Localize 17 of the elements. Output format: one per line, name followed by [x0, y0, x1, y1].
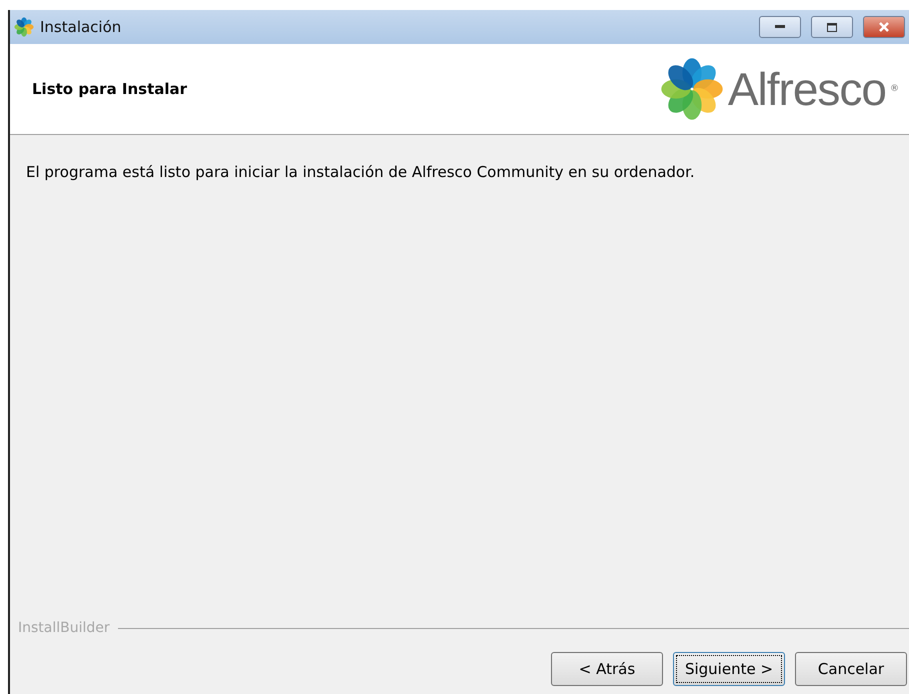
registered-mark: ®	[890, 84, 899, 94]
dialog-button[interactable]: Siguiente >	[673, 652, 785, 686]
flower-icon	[14, 17, 34, 37]
flower-icon	[660, 57, 724, 121]
page-title: Listo para Instalar	[32, 80, 188, 98]
window-title: Instalación	[40, 18, 122, 36]
brand-label: InstallBuilder	[18, 620, 110, 636]
close-icon	[879, 22, 889, 32]
ready-message: El programa está listo para iniciar la instalación de Alfresco Community en su ordenador.	[26, 163, 696, 181]
maximize-icon	[827, 22, 837, 32]
close-button[interactable]	[863, 16, 905, 38]
minimize-icon	[775, 25, 785, 29]
logo-text: Alfresco	[728, 62, 886, 116]
dialog-button[interactable]: < Atrás	[551, 652, 663, 686]
dialog-button[interactable]: Cancelar	[795, 652, 907, 686]
maximize-button[interactable]	[811, 16, 853, 38]
minimize-button[interactable]	[759, 16, 801, 38]
